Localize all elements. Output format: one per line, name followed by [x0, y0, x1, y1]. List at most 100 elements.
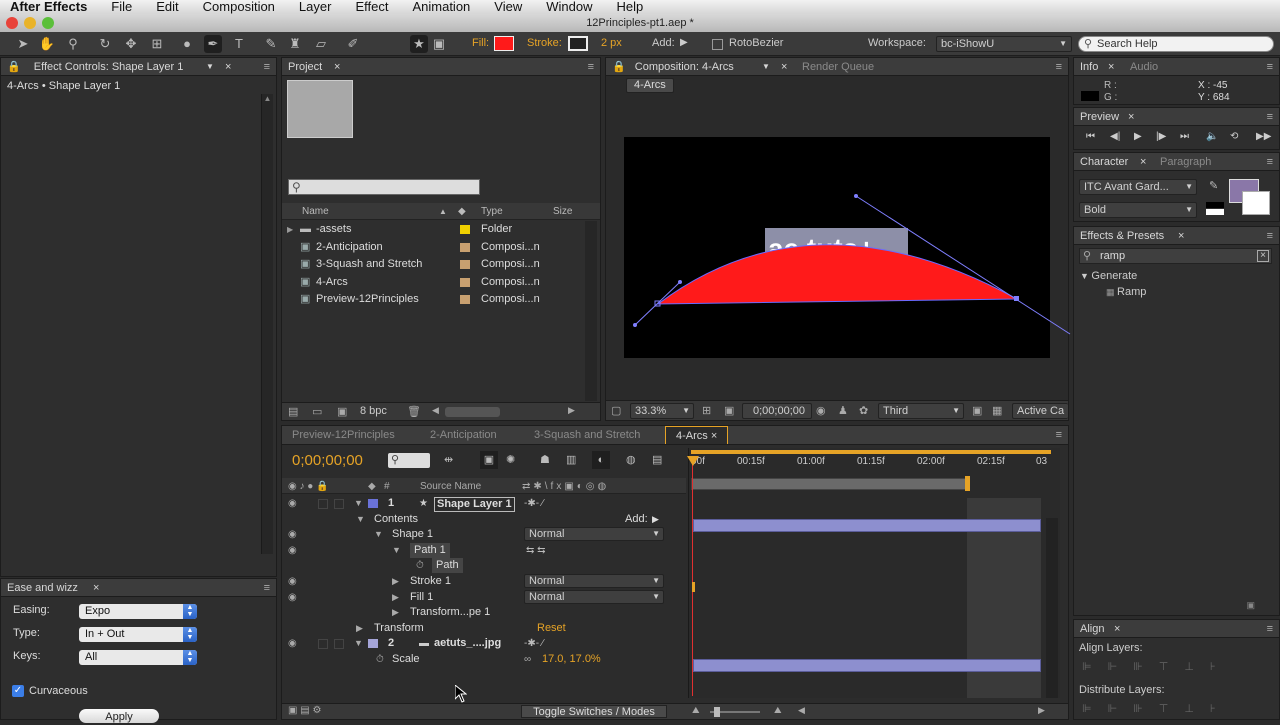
scroll-right-icon[interactable]: ▶ [1038, 705, 1045, 716]
panel-menu-icon[interactable]: ≡ [588, 58, 594, 75]
handle-point[interactable] [678, 280, 682, 284]
time-graph-area[interactable]: 00f 00:15f 01:00f 01:15f 02:00f 02:15f 03 [687, 448, 1060, 698]
column-name[interactable]: Name [302, 203, 329, 220]
panel-menu-icon[interactable]: ≡ [264, 58, 270, 75]
property-value[interactable]: Reset [537, 621, 566, 636]
font-family-select[interactable]: ITC Avant Gard... ▼ [1079, 179, 1197, 195]
path-property-row[interactable]: ⏱ Path [282, 558, 686, 574]
effect-controls-scrollbar[interactable]: ▲ [261, 94, 273, 554]
add-menu-icon[interactable]: ▶ [680, 37, 688, 48]
comp-mini-flowchart-icon[interactable]: ⇹ [444, 453, 453, 466]
tab-preview[interactable]: Preview [1080, 108, 1119, 125]
scroll-left-icon[interactable]: ◀ [798, 705, 805, 716]
property-label[interactable]: Stroke 1 [410, 574, 451, 589]
path-keyframe[interactable] [692, 582, 695, 592]
property-label[interactable]: Shape 1 [392, 527, 433, 542]
trash-icon[interactable]: 🗑 [407, 405, 421, 418]
scale-row[interactable]: ⏱ Scale ∞ 17.0, 17.0% [282, 652, 686, 667]
play-icon[interactable]: ▶ [1134, 131, 1142, 142]
close-tab-icon[interactable]: × [1108, 58, 1114, 75]
tab-paragraph[interactable]: Paragraph [1160, 153, 1211, 170]
keys-select[interactable]: All ▲ ▼ [79, 650, 197, 665]
current-time-indicator[interactable] [692, 456, 693, 696]
zoom-in-icon[interactable]: ⛰ [774, 705, 782, 716]
star-tool-icon[interactable]: ★ [410, 35, 428, 53]
expand-triangle-icon[interactable]: ▼ [354, 496, 363, 511]
panel-menu-icon[interactable]: ≡ [1267, 58, 1273, 75]
align-buttons-row[interactable]: ⊫⊩⊪⊤⊥⊦ [1082, 660, 1232, 673]
column-type[interactable]: Type [481, 203, 503, 220]
panel-menu-icon[interactable]: ≡ [1056, 58, 1062, 75]
path-1-row[interactable]: ◉ ▼ Path 1 ⇆ ⇆ [282, 542, 686, 558]
property-label[interactable]: Contents [374, 512, 418, 527]
property-label[interactable]: Transform...pe 1 [410, 605, 490, 620]
selection-tool-icon[interactable]: ➤ [14, 35, 32, 53]
type-select[interactable]: In + Out ▲ ▼ [79, 627, 197, 642]
panel-menu-icon[interactable]: ≡ [264, 579, 270, 596]
close-tab-icon[interactable]: × [1178, 227, 1184, 244]
eye-icon[interactable]: ◉ [288, 527, 297, 542]
chevron-down-icon[interactable]: ▼ [762, 58, 770, 75]
collapse-triangle-icon[interactable]: ▶ [392, 605, 399, 620]
channel-icon[interactable]: ✿ [859, 404, 868, 417]
work-area-bar[interactable] [691, 450, 1051, 454]
tab-align[interactable]: Align [1080, 620, 1104, 637]
tab-character[interactable]: Character [1080, 153, 1128, 170]
collapse-triangle-icon[interactable]: ▶ [356, 621, 363, 636]
brainstorm-icon[interactable]: ◍ [626, 453, 636, 466]
stroke-color-swatch[interactable] [1242, 191, 1270, 215]
type-tool-icon[interactable]: T [230, 35, 248, 53]
search-help-input[interactable]: ⚲ Search Help [1078, 36, 1274, 52]
layer-switches-icon[interactable]: ▣ ▤ ⚙ [288, 705, 321, 716]
black-swatch[interactable] [1206, 202, 1224, 208]
eyedropper-icon[interactable]: ✎ [1209, 179, 1218, 192]
solo-switch[interactable] [318, 499, 328, 509]
close-tab-icon[interactable]: × [334, 58, 340, 75]
chevron-down-icon[interactable]: ▼ [206, 58, 214, 75]
shape-1-row[interactable]: ◉ ▼ Shape 1 Normal ▼ [282, 527, 686, 542]
tab-composition[interactable]: Composition: 4-Arcs [635, 58, 734, 75]
solo-switch[interactable] [318, 639, 328, 650]
previous-frame-icon[interactable]: ◀| [1110, 131, 1120, 142]
panel-menu-icon[interactable]: ≡ [1267, 108, 1273, 125]
timeline-vscroll[interactable] [1046, 518, 1058, 698]
tab-4-arcs[interactable]: 4-Arcs × [665, 426, 729, 444]
blend-mode-select[interactable]: Normal ▼ [524, 574, 664, 588]
label-color-swatch[interactable] [460, 225, 470, 234]
next-frame-icon[interactable]: |▶ [1156, 131, 1166, 142]
fill-color-swatch[interactable] [494, 36, 514, 51]
mask-path-icons[interactable]: ⇆ ⇆ [526, 543, 546, 558]
layer-1-duration-bar[interactable] [693, 519, 1041, 532]
ellipse-tool-icon[interactable]: ● [178, 35, 196, 53]
tab-info[interactable]: Info [1080, 58, 1098, 75]
label-color-swatch[interactable] [368, 639, 378, 649]
timeline-zoom-thumb[interactable] [714, 707, 720, 717]
panel-menu-icon[interactable]: ≡ [1267, 227, 1273, 244]
collapse-triangle-icon[interactable]: ▶ [392, 590, 399, 605]
project-item[interactable]: ▣ 4-Arcs Composi...n [282, 274, 600, 291]
roi-icon[interactable]: ▣ [972, 404, 982, 417]
expand-triangle-icon[interactable]: ▼ [374, 527, 383, 542]
playhead-handle[interactable] [687, 456, 699, 466]
rotate-tool-icon[interactable]: ↻ [96, 35, 114, 53]
column-size[interactable]: Size [553, 203, 572, 220]
link-icon[interactable]: ∞ [524, 652, 531, 667]
composition-nav-chip[interactable]: 4-Arcs [626, 78, 674, 93]
clear-search-icon[interactable]: × [1257, 250, 1269, 262]
tab-render-queue[interactable]: Render Queue [802, 58, 874, 75]
eye-icon[interactable]: ◉ [288, 496, 297, 511]
timeline-search-input[interactable]: ⚲ [388, 453, 430, 468]
composition-timecode[interactable]: 0;00;00;00 [742, 403, 812, 419]
project-item[interactable]: ▣ 3-Squash and Stretch Composi...n [282, 256, 600, 273]
interpret-footage-icon[interactable]: ▤ [288, 405, 298, 418]
eye-icon[interactable]: ◉ [288, 636, 297, 651]
menu-view[interactable]: View [494, 0, 522, 14]
distribute-buttons-row[interactable]: ⊫⊩⊪⊤⊥⊦ [1082, 702, 1232, 715]
handle-point[interactable] [633, 323, 637, 327]
tab-3-squash-and-stretch[interactable]: 3-Squash and Stretch [534, 426, 640, 444]
tab-2-anticipation[interactable]: 2-Anticipation [430, 426, 497, 444]
project-search-input[interactable]: ⚲ [288, 179, 480, 195]
hand-tool-icon[interactable]: ✋ [38, 35, 56, 53]
layer-2-row[interactable]: ◉ ▼ 2 ▬ aetuts_....jpg -✱- ∕ [282, 636, 686, 651]
property-label[interactable]: Fill 1 [410, 590, 433, 605]
